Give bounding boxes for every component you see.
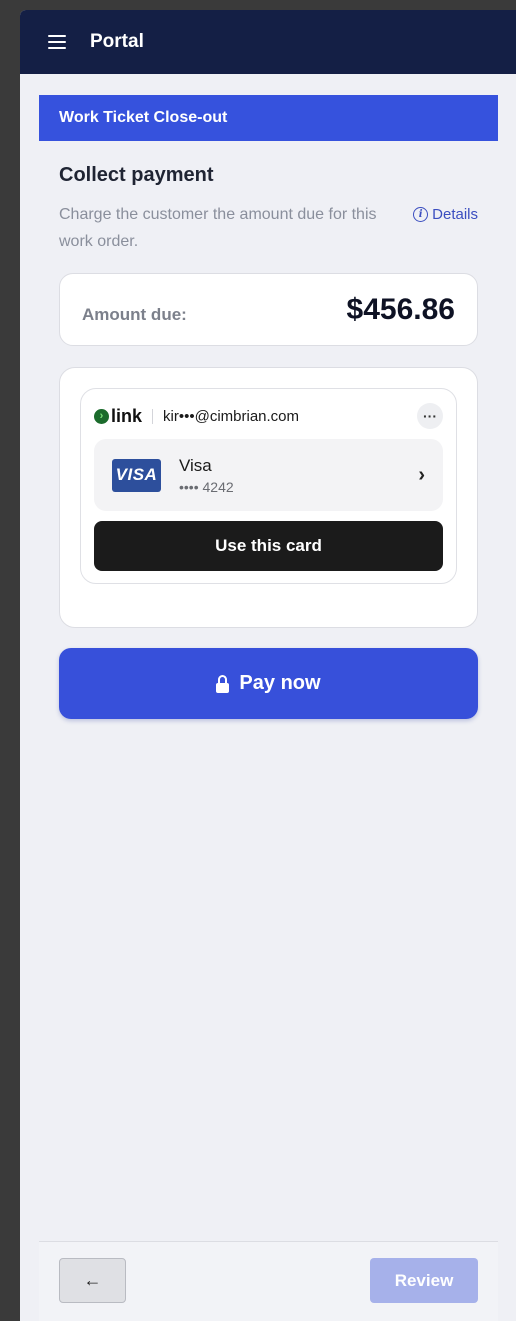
section-header: Work Ticket Close-out xyxy=(39,95,498,141)
footer-nav: ← Review xyxy=(39,1241,498,1321)
link-chevron-icon: › xyxy=(94,408,109,424)
info-icon: i xyxy=(413,206,429,222)
link-header: › link kir•••@cimbrian.com ··· xyxy=(94,403,443,429)
app-title: Portal xyxy=(90,31,144,52)
hamburger-menu-icon[interactable] xyxy=(48,35,66,49)
page-heading: Collect payment xyxy=(59,164,214,186)
chevron-right-icon: › xyxy=(418,463,425,486)
pay-now-button[interactable]: Pay now xyxy=(59,648,478,719)
amount-label: Amount due: xyxy=(82,304,187,324)
payment-description: Charge the customer the amount due for t… xyxy=(59,206,377,250)
description-row: Charge the customer the amount due for t… xyxy=(59,201,478,255)
amount-value: $456.86 xyxy=(346,292,455,326)
card-info: Visa •••• 4242 xyxy=(179,456,234,495)
app-window: Portal Work Ticket Close-out Collect pay… xyxy=(20,10,516,1321)
review-button[interactable]: Review xyxy=(370,1258,478,1303)
saved-card-row[interactable]: VISA Visa •••• 4242 › xyxy=(94,439,443,511)
link-email: kir•••@cimbrian.com xyxy=(163,407,300,425)
link-wallet-panel: › link kir•••@cimbrian.com ··· VISA Visa… xyxy=(80,388,457,584)
link-logo: › link xyxy=(94,406,142,427)
payment-element: › link kir•••@cimbrian.com ··· VISA Visa… xyxy=(59,367,478,628)
use-this-card-button[interactable]: Use this card xyxy=(94,521,443,571)
pay-now-label: Pay now xyxy=(239,672,321,694)
lock-icon xyxy=(216,674,230,693)
details-label: Details xyxy=(432,205,478,223)
details-link[interactable]: i Details xyxy=(413,202,478,226)
amount-due-card: Amount due: $456.86 xyxy=(59,273,478,346)
link-logo-text: link xyxy=(111,405,143,426)
back-button[interactable]: ← xyxy=(59,1258,126,1303)
card-number: •••• 4242 xyxy=(179,478,234,495)
divider xyxy=(152,408,154,424)
main-content: Collect payment Charge the customer the … xyxy=(59,160,478,719)
more-options-button[interactable]: ··· xyxy=(417,403,443,429)
top-bar: Portal xyxy=(20,10,516,74)
card-brand: Visa xyxy=(179,455,212,475)
visa-logo-icon: VISA xyxy=(112,458,161,492)
